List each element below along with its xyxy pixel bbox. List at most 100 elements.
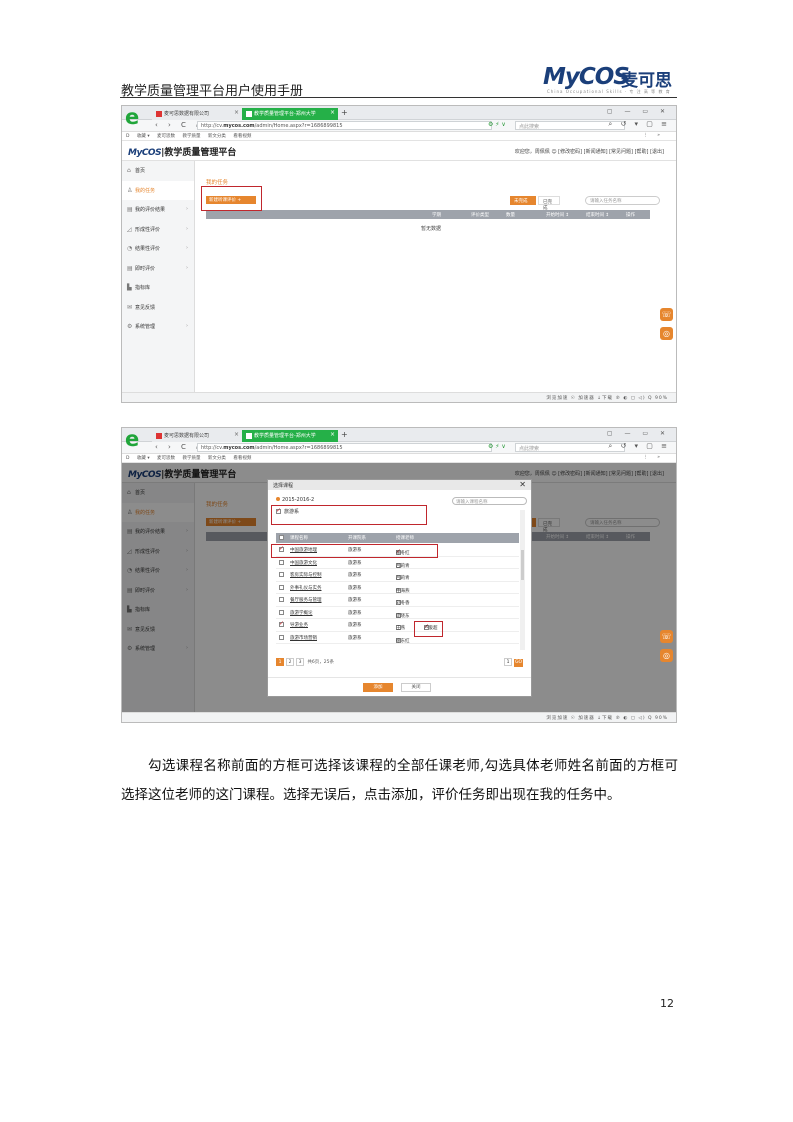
phone-icon[interactable]: ☏ — [660, 630, 673, 643]
bookmark[interactable]: 看看视频 — [233, 134, 251, 139]
tab-label: 教学质量管理平台-郑州大学 — [254, 111, 316, 117]
page-jump: 1 GO — [504, 658, 523, 667]
user-bar[interactable]: 欢迎您，周佩佩 ☺ [修改密码] [新闻通知] [常见问题] [帮助] [退出] — [515, 148, 664, 155]
toggle-unfinished[interactable]: 未完成 — [510, 196, 536, 205]
bookmark[interactable]: 收藏 ▾ — [137, 456, 150, 461]
radio-icon[interactable] — [276, 497, 280, 501]
course-checkbox[interactable] — [279, 620, 284, 627]
browser-toolbar-icons[interactable]: ⌕ ↺ ▾ ▢ ≡ — [608, 442, 670, 451]
address-bar-row: ‹ › C ⌂ http://cv.mycos.com/admin/Home.a… — [122, 120, 676, 132]
sidebar-item-label: 结果性评价 — [135, 246, 161, 252]
url-field[interactable]: http://cv.mycos.com/admin/Home.aspx?r=16… — [197, 443, 492, 452]
chat-icon[interactable]: ◎ — [660, 327, 673, 340]
course-name[interactable]: 中国旅游文化 — [290, 560, 317, 566]
close-button[interactable]: 关闭 — [401, 683, 431, 692]
close-icon[interactable]: ✕ — [519, 480, 526, 489]
bookmark[interactable]: 麦可思数 — [157, 456, 175, 461]
table-row: 旅游学概论 旅游系 庞晓东 — [276, 607, 519, 619]
course-name[interactable]: 餐厅服务与管理 — [290, 597, 322, 603]
bookmark[interactable]: 新文分类 — [208, 134, 226, 139]
bookmark[interactable]: D — [126, 134, 129, 139]
course-checkbox[interactable] — [279, 609, 284, 615]
tab-close-icon[interactable]: × — [330, 109, 335, 116]
sidebar-item-instant[interactable]: ▤ 即时评价 › — [122, 259, 194, 279]
url-domain: mycos.com — [223, 445, 255, 451]
course-checkbox[interactable] — [279, 634, 284, 640]
toggle-finished[interactable]: 已完成 — [538, 196, 560, 211]
course-name[interactable]: 旅游市场营销 — [290, 635, 317, 641]
url-field[interactable]: http://cv.mycos.com/admin/Home.aspx?r=16… — [197, 121, 492, 130]
course-name[interactable]: 旅游学概论 — [290, 610, 313, 616]
browser-tab-mycos[interactable]: 麦可思数据有限公司 × — [152, 430, 242, 442]
bookmark[interactable]: D — [126, 456, 129, 461]
tab-close-icon[interactable]: × — [330, 431, 335, 438]
browser-toolbar-icons[interactable]: ⌕ ↺ ▾ ▢ ≡ — [608, 120, 670, 129]
bookmark[interactable]: 麦可思数 — [157, 134, 175, 139]
course-name[interactable]: 客房实际与控制 — [290, 572, 322, 578]
sidebar-item-system[interactable]: ⚙ 系统管理 › — [122, 317, 194, 337]
page-button[interactable]: 2 — [286, 658, 294, 666]
favicon-icon — [246, 110, 252, 117]
favicon-icon — [156, 432, 162, 439]
page-input[interactable]: 1 — [504, 658, 512, 666]
course-name[interactable]: 外事礼仪与实务 — [290, 585, 322, 591]
browser-statusbar: 浏览加速 ☉ 加速器 ↓下载 ℗ ◐ ▢ ◁) Q 90% — [122, 392, 676, 402]
sidebar-item-feedback[interactable]: ✉ 意见反馈 — [122, 298, 194, 318]
course-dept: 旅游系 — [348, 560, 362, 566]
sidebar-item-formative[interactable]: ◿ 形成性评价 › — [122, 220, 194, 240]
tab-close-icon[interactable]: × — [234, 431, 239, 438]
window-controls[interactable]: ▢ — ▭ ✕ — [607, 108, 670, 115]
sidebar-item-home[interactable]: ⌂ 首页 — [122, 161, 194, 181]
bookmark[interactable]: 教学质量 — [182, 134, 200, 139]
app-header: MyCOS|教学质量管理平台 欢迎您，周佩佩 ☺ [修改密码] [新闻通知] [… — [122, 141, 676, 161]
task-search-input[interactable]: 请输入任务名称 — [585, 196, 660, 205]
bookmark[interactable]: 收藏 ▾ — [137, 134, 150, 139]
sidebar-item-my-tasks[interactable]: ♙ 我的任务 — [122, 180, 194, 200]
chat-icon[interactable]: ◎ — [660, 649, 673, 662]
course-checkbox[interactable] — [279, 597, 284, 602]
browser-statusbar: 浏览加速 ☉ 加速器 ↓下载 ℗ ◐ ▢ ◁) Q 90% — [122, 712, 676, 722]
new-tab-button[interactable]: + — [341, 430, 348, 439]
statusbar-tools[interactable]: 浏览加速 ☉ 加速器 ↓下载 ℗ ◐ ▢ ◁) Q 90% — [546, 395, 668, 401]
table-row: 客房实际与控制 旅游系 吕莉青 — [276, 569, 519, 582]
url-prefix: http://cv. — [201, 445, 224, 451]
address-tools[interactable]: ⚙ ⚡ ∨ — [488, 121, 506, 128]
bookmark[interactable]: 教学质量 — [182, 456, 200, 461]
add-button[interactable]: 添加 — [363, 683, 393, 692]
gear-icon: ⚙ — [127, 323, 133, 330]
course-name[interactable]: 导游业务 — [290, 622, 308, 628]
course-dept: 旅游系 — [348, 598, 362, 603]
bookmarks-more[interactable]: ⋮ » — [643, 133, 664, 138]
tab-close-icon[interactable]: × — [234, 109, 239, 116]
address-bar-row: ‹ › C ⌂ http://cv.mycos.com/admin/Home.a… — [122, 442, 676, 454]
select-all-checkbox[interactable] — [279, 535, 284, 540]
browser-tab-platform[interactable]: 教学质量管理平台-郑州大学 × — [242, 430, 338, 442]
course-checkbox[interactable] — [279, 572, 284, 577]
phone-icon[interactable]: ☏ — [660, 308, 673, 321]
bookmark[interactable]: 看看视频 — [233, 456, 251, 461]
dialog-scrollbar[interactable] — [520, 510, 525, 650]
course-search-input[interactable]: 请输入课程名称 — [452, 497, 527, 505]
bookmark[interactable]: 新文分类 — [208, 456, 226, 461]
browser-tab-platform[interactable]: 教学质量管理平台-郑州大学 × — [242, 108, 338, 120]
browser-logo-icon: e — [125, 427, 140, 451]
bookmarks-more[interactable]: ⋮ » — [643, 455, 664, 460]
sidebar-item-summative[interactable]: ◔ 结果性评价 › — [122, 239, 194, 259]
column-header[interactable]: 结束时间 ↕ — [586, 212, 609, 218]
address-tools[interactable]: ⚙ ⚡ ∨ — [488, 443, 506, 450]
course-checkbox[interactable] — [279, 584, 284, 590]
course-checkbox[interactable] — [279, 559, 284, 565]
screenshot-my-tasks: e 麦可思数据有限公司 × 教学质量管理平台-郑州大学 × + ▢ — ▭ ✕ ‹ … — [121, 105, 677, 403]
page-button[interactable]: 3 — [296, 658, 304, 666]
sidebar-item-results[interactable]: ▤ 我的评价结果 › — [122, 200, 194, 220]
teacher-name: 徐东红 — [396, 638, 410, 644]
page-button[interactable]: 1 — [276, 658, 284, 666]
window-controls[interactable]: ▢ — ▭ ✕ — [607, 430, 670, 437]
statusbar-tools[interactable]: 浏览加速 ☉ 加速器 ↓下载 ℗ ◐ ▢ ◁) Q 90% — [546, 715, 668, 721]
new-tab-button[interactable]: + — [341, 108, 348, 117]
term-selector[interactable]: 2015-2016-2 — [276, 497, 314, 503]
column-header[interactable]: 开始时间 ↕ — [546, 212, 569, 218]
sidebar-item-indicators[interactable]: ▙ 指标库 — [122, 278, 194, 298]
browser-tab-mycos[interactable]: 麦可思数据有限公司 × — [152, 108, 242, 120]
go-button[interactable]: GO — [514, 659, 523, 667]
